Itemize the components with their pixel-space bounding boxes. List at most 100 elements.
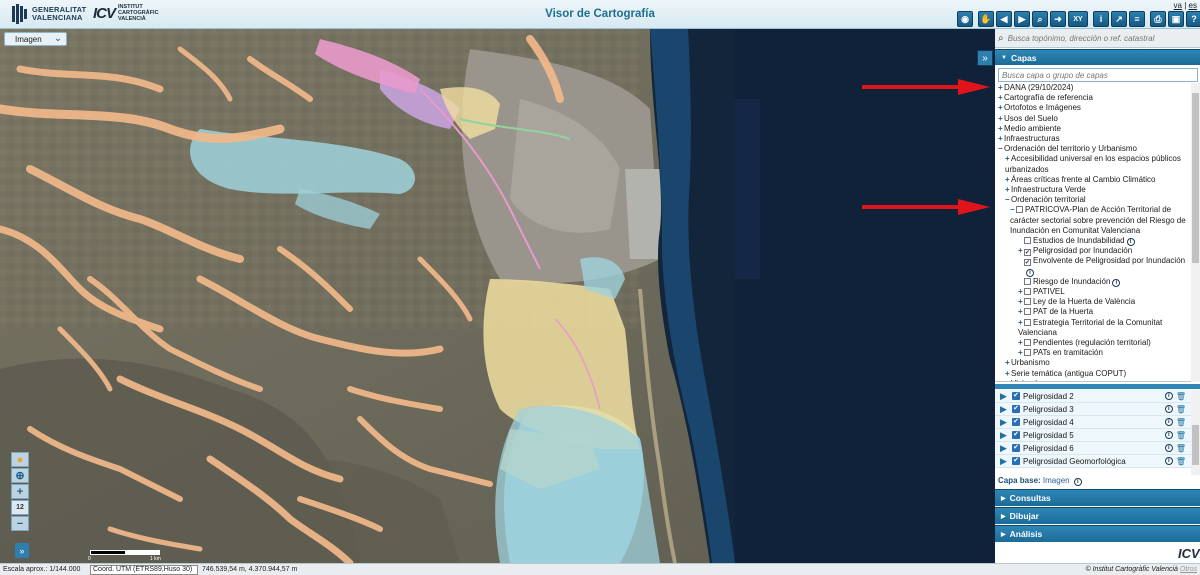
layer-tree-item[interactable]: +Usos del Suelo [995,114,1200,124]
info-icon[interactable]: i [1164,392,1173,400]
info-icon[interactable]: i [1164,405,1173,413]
credit-link[interactable]: Otros [1180,566,1197,573]
layer-tree-item[interactable]: +Infraestructura Verde [995,185,1200,195]
info-icon[interactable]: i [1073,478,1082,486]
visibility-eye-icon[interactable]: ◉ [957,11,973,27]
layer-tree-item[interactable]: −Ordenación territorial [995,195,1200,205]
layers-icon[interactable]: ≡ [1129,11,1145,27]
play-icon[interactable]: ▶ [1000,391,1009,402]
expand-map-icon[interactable]: » [15,543,29,558]
active-layer-row[interactable]: ▶ ✔ Peligrosidad 5 i 🗑 [995,429,1200,442]
info-icon[interactable]: i [1093,11,1109,27]
layer-tree-item[interactable]: +Medio ambiente [995,124,1200,134]
lang-va-link[interactable]: va [1174,1,1182,10]
zoom-in-button[interactable]: + [11,484,29,499]
pan-hand-icon[interactable]: ✋ [978,11,994,27]
layer-checkbox[interactable] [1016,206,1023,214]
info-icon[interactable]: i [1026,268,1034,277]
layer-checkbox[interactable] [1024,298,1031,306]
active-layer-checkbox[interactable]: ✔ [1012,457,1020,465]
next-extent-icon[interactable]: ▶ [1014,11,1030,27]
layer-checkbox[interactable] [1024,288,1031,296]
xy-coordinates-button[interactable]: XY [1068,11,1088,27]
active-layers-scroll-thumb[interactable] [1192,425,1199,465]
coordinate-system-select[interactable]: Coord. UTM (ETRS89,Huso 30) [90,564,198,575]
layer-tree-item[interactable]: +DANA (29/10/2024) [995,83,1200,93]
analisis-section-header[interactable]: ▶ Análisis [995,525,1200,542]
active-layer-row[interactable]: ▶ ✔ Peligrosidad Geomorfológica i 🗑 [995,455,1200,468]
layer-tree-item[interactable]: +Áreas críticas frente al Cambio Climáti… [995,175,1200,185]
help-icon[interactable]: ? [1186,11,1200,27]
trash-icon[interactable]: 🗑 [1176,392,1186,401]
trash-icon[interactable]: 🗑 [1176,418,1186,427]
layer-tree-item[interactable]: + PAT de la Huerta [995,307,1200,317]
search-input[interactable] [1007,33,1193,43]
active-layer-checkbox[interactable]: ✔ [1012,418,1020,426]
info-icon[interactable]: i [1126,238,1135,247]
layer-tree-item[interactable]: + PATIVEL [995,287,1200,297]
active-layer-checkbox[interactable]: ✔ [1012,392,1020,400]
go-forward-icon[interactable]: ➜ [1050,11,1066,27]
play-icon[interactable]: ▶ [1000,430,1009,441]
active-layer-row[interactable]: ▶ ✔ Peligrosidad 2 i 🗑 [995,390,1200,403]
active-layer-checkbox[interactable]: ✔ [1012,444,1020,452]
save-icon[interactable]: ▣ [1168,11,1184,27]
layer-checkbox[interactable] [1024,349,1031,357]
info-icon[interactable]: i [1164,457,1173,465]
layer-search-input[interactable] [998,68,1198,82]
play-icon[interactable]: ▶ [1000,456,1009,467]
layer-checkbox[interactable] [1024,308,1031,316]
active-layer-checkbox[interactable]: ✔ [1012,405,1020,413]
layer-tree-item[interactable]: + Ley de la Huerta de València [995,297,1200,307]
consultas-section-header[interactable]: ▶ Consultas [995,489,1200,506]
generalitat-logo[interactable]: GENERALITAT VALENCIANA [12,3,86,25]
layer-tree-item[interactable]: Estudios de Inundabilidad i [995,236,1200,247]
info-icon[interactable]: i [1164,418,1173,426]
dibujar-section-header[interactable]: ▶ Dibujar [995,507,1200,524]
layer-tree-scrollbar[interactable] [1191,83,1200,382]
layer-tree-item[interactable]: + Pendientes (regulación territorial) [995,338,1200,348]
active-layer-row[interactable]: ▶ ✔ Peligrosidad 3 i 🗑 [995,403,1200,416]
play-icon[interactable]: ▶ [1000,417,1009,428]
layer-tree-item[interactable]: +Cartografía de referencia [995,93,1200,103]
layer-tree-item[interactable]: + ✔ Peligrosidad por Inundación [995,246,1200,257]
layer-tree-item[interactable]: +Serie temática (antigua COPUT) [995,369,1200,379]
active-layer-row[interactable]: ▶ ✔ Peligrosidad 4 i 🗑 [995,416,1200,429]
layer-tree-scroll-thumb[interactable] [1192,93,1199,263]
layer-tree-item[interactable]: + Estrategia Territorial de la Comunitat … [995,318,1200,338]
previous-extent-icon[interactable]: ◀ [996,11,1012,27]
layer-checkbox[interactable]: ✔ [1024,259,1031,267]
base-layer-value[interactable]: Imagen [1043,476,1070,485]
layer-tree-item[interactable]: − PATRICOVA-Plan de Acción Territorial de… [995,205,1200,236]
lang-es-link[interactable]: es [1189,1,1197,10]
active-layers-scrollbar[interactable] [1191,390,1200,475]
layer-tree-item[interactable]: Riesgo de Inundación i [995,277,1200,287]
layer-tree-item[interactable]: +Ortofotos e Imágenes [995,103,1200,113]
layer-tree-item[interactable]: −Ordenación del territorio y Urbanismo [995,144,1200,154]
collapse-panel-icon[interactable]: » [977,50,993,66]
play-icon[interactable]: ▶ [1000,404,1009,415]
zoom-box-icon[interactable]: ⌕ [1032,11,1048,27]
layer-tree-item[interactable]: +Urbanismo [995,358,1200,368]
layer-tree-item[interactable]: +Infraestructuras [995,134,1200,144]
icv-logo[interactable]: ICV INSTITUT CARTOGRÀFIC VALENCIÀ [93,4,159,22]
trash-icon[interactable]: 🗑 [1176,444,1186,453]
measure-icon[interactable]: ↗ [1111,11,1127,27]
trash-icon[interactable]: 🗑 [1176,457,1186,466]
layer-tree-item[interactable]: +Accesibilidad universal en los espacios… [995,154,1200,174]
layer-checkbox[interactable] [1024,277,1031,285]
street-view-icon[interactable]: ● [11,452,29,467]
layer-checkbox[interactable]: ✔ [1024,249,1031,257]
active-layer-row[interactable]: ▶ ✔ Peligrosidad 6 i 🗑 [995,442,1200,455]
zoom-out-button[interactable]: − [11,516,29,531]
play-icon[interactable]: ▶ [1000,443,1009,454]
info-icon[interactable]: i [1112,278,1121,287]
layer-tree-item[interactable]: +Vivienda [995,379,1200,381]
layer-tree-item[interactable]: + PATs en tramitación [995,348,1200,358]
locate-icon[interactable]: ⊕ [11,468,29,483]
trash-icon[interactable]: 🗑 [1176,405,1186,414]
info-icon[interactable]: i [1164,444,1173,452]
layer-checkbox[interactable] [1024,318,1031,326]
layers-section-header[interactable]: ▼ Capas [995,49,1200,65]
active-layer-checkbox[interactable]: ✔ [1012,431,1020,439]
